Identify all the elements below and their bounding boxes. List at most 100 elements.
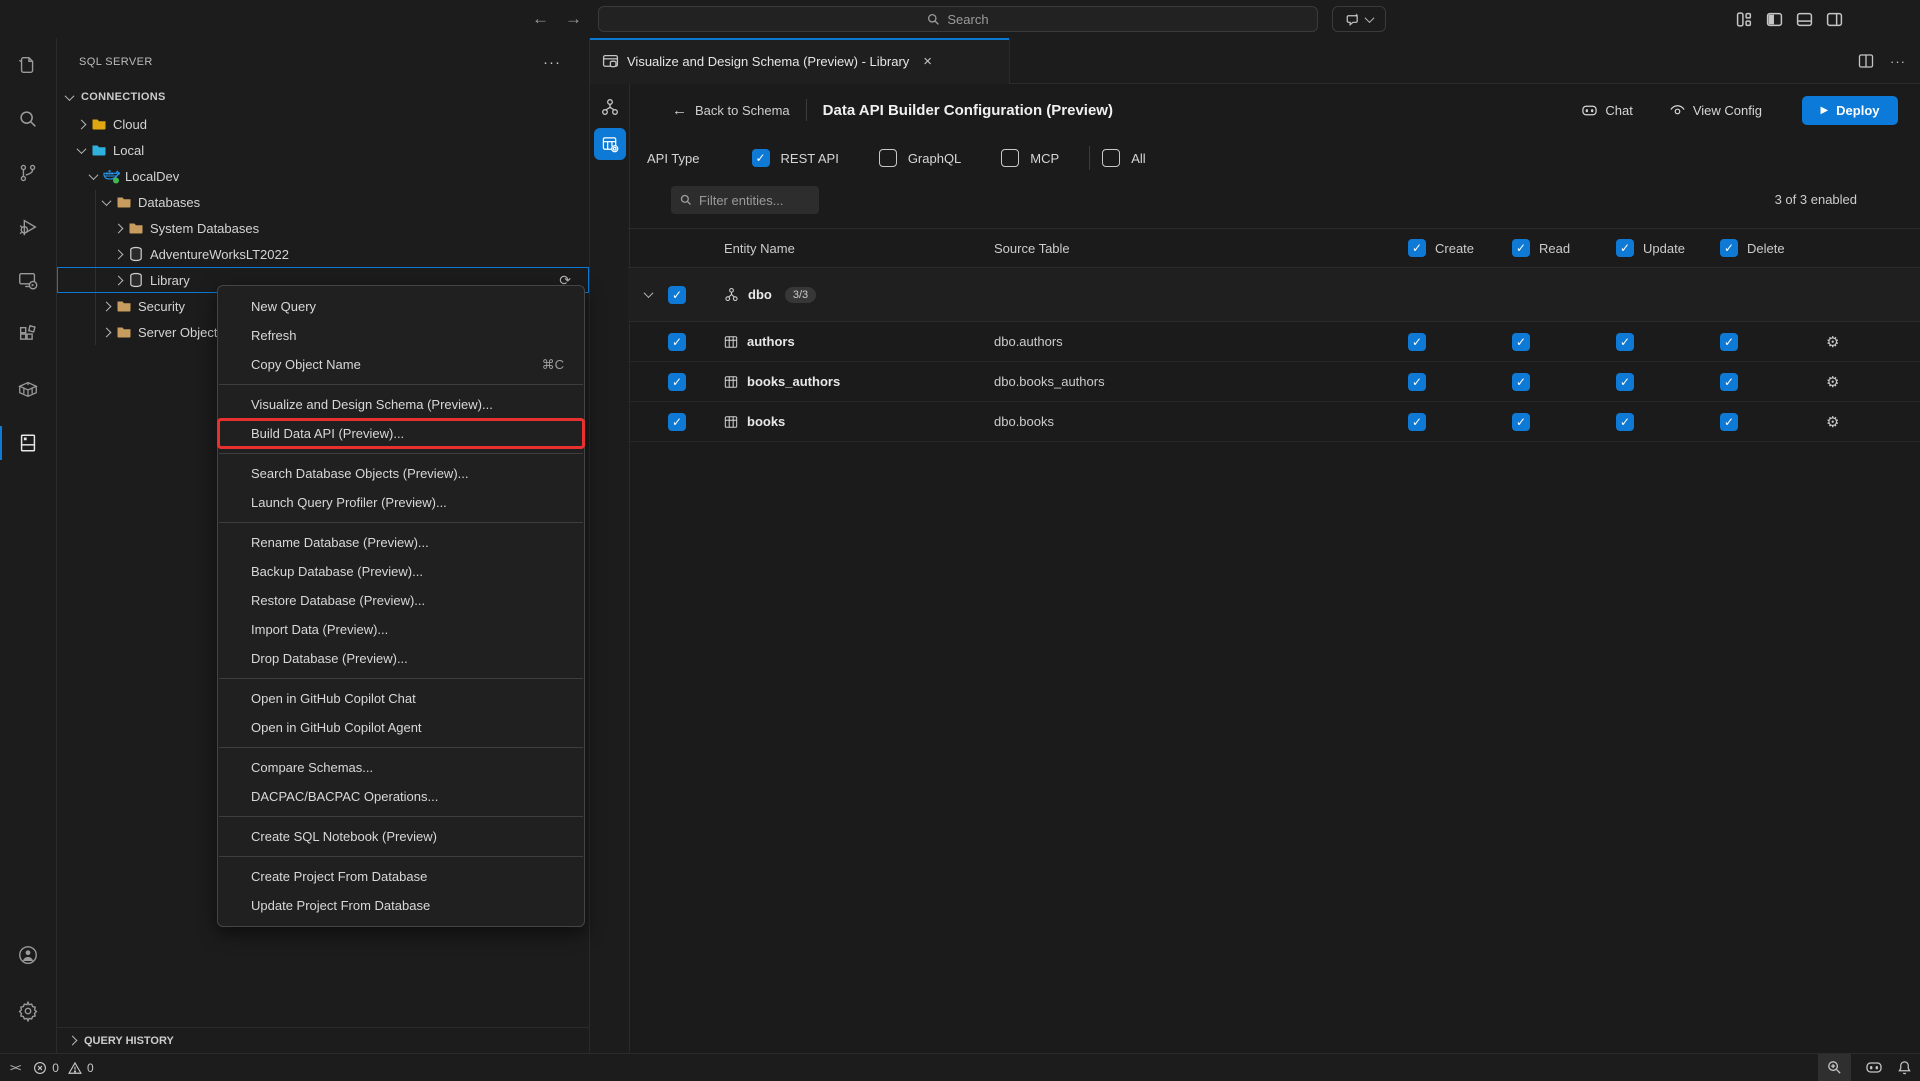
extensions-icon[interactable] bbox=[0, 308, 56, 362]
tree-item-cloud[interactable]: Cloud bbox=[57, 111, 589, 137]
schema-diagram-icon[interactable] bbox=[601, 98, 619, 116]
split-editor-icon[interactable] bbox=[1858, 53, 1874, 69]
run-debug-icon[interactable] bbox=[0, 200, 56, 254]
menu-item-open-copilot-chat[interactable]: Open in GitHub Copilot Chat bbox=[218, 684, 584, 713]
row-checkbox[interactable]: ✓ bbox=[668, 373, 686, 391]
problems-indicator[interactable]: 0 0 bbox=[33, 1061, 93, 1075]
tree-item-databases[interactable]: Databases bbox=[57, 189, 589, 215]
checkbox-unchecked-icon[interactable] bbox=[1001, 149, 1019, 167]
nav-back-icon[interactable]: ← bbox=[532, 9, 549, 29]
filter-entities-field[interactable] bbox=[699, 193, 809, 208]
menu-item-rename-database[interactable]: Rename Database (Preview)... bbox=[218, 528, 584, 557]
back-to-schema-button[interactable]: ← Back to Schema bbox=[672, 102, 790, 119]
create-checkbox[interactable]: ✓ bbox=[1408, 413, 1426, 431]
create-checkbox[interactable]: ✓ bbox=[1408, 333, 1426, 351]
delete-checkbox[interactable]: ✓ bbox=[1720, 333, 1738, 351]
settings-gear-icon[interactable] bbox=[0, 983, 56, 1039]
read-checkbox[interactable]: ✓ bbox=[1512, 373, 1530, 391]
deploy-button[interactable]: ▶ Deploy bbox=[1802, 96, 1898, 125]
menu-item-build-data-api[interactable]: Build Data API (Preview)... bbox=[218, 419, 584, 448]
checkbox-checked-icon[interactable]: ✓ bbox=[752, 149, 770, 167]
customize-layout-icon[interactable] bbox=[1736, 11, 1753, 28]
search-sidebar-icon[interactable] bbox=[0, 92, 56, 146]
sidebar-more-actions-icon[interactable]: ··· bbox=[543, 54, 561, 71]
query-history-section-header[interactable]: QUERY HISTORY bbox=[57, 1027, 589, 1053]
create-all-checkbox[interactable]: ✓ bbox=[1408, 239, 1426, 257]
menu-item-new-query[interactable]: New Query bbox=[218, 292, 584, 321]
delete-checkbox[interactable]: ✓ bbox=[1720, 373, 1738, 391]
menu-item-backup-database[interactable]: Backup Database (Preview)... bbox=[218, 557, 584, 586]
menu-item-search-database-objects[interactable]: Search Database Objects (Preview)... bbox=[218, 459, 584, 488]
delete-all-checkbox[interactable]: ✓ bbox=[1720, 239, 1738, 257]
remote-explorer-icon[interactable] bbox=[0, 254, 56, 308]
account-icon[interactable] bbox=[0, 927, 56, 983]
copilot-status-icon[interactable] bbox=[1865, 1060, 1883, 1075]
table-row-books-authors[interactable]: ✓ books_authors dbo.books_authors ✓ ✓ ✓ … bbox=[628, 362, 1920, 402]
create-checkbox[interactable]: ✓ bbox=[1408, 373, 1426, 391]
api-type-graphql[interactable]: GraphQL bbox=[879, 149, 961, 167]
container-icon[interactable] bbox=[0, 362, 56, 416]
view-config-button[interactable]: View Config bbox=[1669, 103, 1762, 118]
close-icon[interactable]: × bbox=[923, 53, 932, 70]
notifications-bell-icon[interactable] bbox=[1897, 1060, 1912, 1075]
tab-visualize-design-schema[interactable]: Visualize and Design Schema (Preview) - … bbox=[590, 38, 1010, 84]
schema-group-row[interactable]: ✓ dbo 3/3 bbox=[628, 268, 1920, 322]
chat-button[interactable]: Chat bbox=[1581, 103, 1632, 118]
tree-item-adventureworks[interactable]: AdventureWorksLT2022 bbox=[57, 241, 589, 267]
source-control-icon[interactable] bbox=[0, 146, 56, 200]
row-checkbox[interactable]: ✓ bbox=[668, 413, 686, 431]
nav-forward-icon[interactable]: → bbox=[565, 9, 582, 29]
read-checkbox[interactable]: ✓ bbox=[1512, 333, 1530, 351]
toggle-left-sidebar-icon[interactable] bbox=[1766, 11, 1783, 28]
sql-server-icon[interactable] bbox=[0, 416, 56, 470]
search-input[interactable]: Search bbox=[598, 6, 1318, 32]
copilot-menu-button[interactable] bbox=[1332, 6, 1386, 32]
toggle-panel-icon[interactable] bbox=[1796, 11, 1813, 28]
remote-indicator-icon[interactable]: >< bbox=[10, 1061, 19, 1074]
read-checkbox[interactable]: ✓ bbox=[1512, 413, 1530, 431]
toggle-right-sidebar-icon[interactable] bbox=[1826, 11, 1843, 28]
update-checkbox[interactable]: ✓ bbox=[1616, 413, 1634, 431]
menu-item-refresh[interactable]: Refresh bbox=[218, 321, 584, 350]
connections-section-header[interactable]: CONNECTIONS bbox=[57, 84, 589, 110]
api-type-mcp[interactable]: MCP bbox=[1001, 149, 1059, 167]
menu-item-create-sql-notebook[interactable]: Create SQL Notebook (Preview) bbox=[218, 822, 584, 851]
group-checkbox[interactable]: ✓ bbox=[668, 286, 686, 304]
menu-item-copy-object-name[interactable]: Copy Object Name⌘C bbox=[218, 350, 584, 379]
checkbox-unchecked-icon[interactable] bbox=[879, 149, 897, 167]
explorer-icon[interactable] bbox=[0, 38, 56, 92]
checkbox-unchecked-icon[interactable] bbox=[1102, 149, 1120, 167]
chevron-down-icon[interactable] bbox=[643, 288, 653, 298]
menu-item-drop-database[interactable]: Drop Database (Preview)... bbox=[218, 644, 584, 673]
menu-item-compare-schemas[interactable]: Compare Schemas... bbox=[218, 753, 584, 782]
row-settings-gear-icon[interactable]: ⚙ bbox=[1824, 333, 1920, 351]
row-checkbox[interactable]: ✓ bbox=[668, 333, 686, 351]
delete-checkbox[interactable]: ✓ bbox=[1720, 413, 1738, 431]
data-api-builder-icon[interactable] bbox=[594, 128, 626, 160]
menu-item-visualize-design-schema[interactable]: Visualize and Design Schema (Preview)... bbox=[218, 390, 584, 419]
filter-entities-input[interactable] bbox=[671, 186, 819, 214]
data-api-builder-panel: ← Back to Schema Data API Builder Config… bbox=[630, 84, 1920, 1053]
menu-item-launch-query-profiler[interactable]: Launch Query Profiler (Preview)... bbox=[218, 488, 584, 517]
menu-item-update-project[interactable]: Update Project From Database bbox=[218, 891, 584, 920]
more-actions-icon[interactable]: ··· bbox=[1890, 54, 1906, 69]
row-settings-gear-icon[interactable]: ⚙ bbox=[1824, 413, 1920, 431]
update-all-checkbox[interactable]: ✓ bbox=[1616, 239, 1634, 257]
api-type-all[interactable]: All bbox=[1102, 149, 1145, 167]
menu-item-restore-database[interactable]: Restore Database (Preview)... bbox=[218, 586, 584, 615]
tree-item-system-databases[interactable]: System Databases bbox=[57, 215, 589, 241]
update-checkbox[interactable]: ✓ bbox=[1616, 373, 1634, 391]
read-all-checkbox[interactable]: ✓ bbox=[1512, 239, 1530, 257]
menu-item-create-project[interactable]: Create Project From Database bbox=[218, 862, 584, 891]
api-type-rest[interactable]: ✓ REST API bbox=[752, 149, 839, 167]
zoom-control[interactable] bbox=[1818, 1054, 1851, 1081]
tree-item-localdev[interactable]: LocalDev bbox=[57, 163, 589, 189]
menu-item-dacpac-bacpac[interactable]: DACPAC/BACPAC Operations... bbox=[218, 782, 584, 811]
menu-item-import-data[interactable]: Import Data (Preview)... bbox=[218, 615, 584, 644]
table-row-authors[interactable]: ✓ authors dbo.authors ✓ ✓ ✓ ✓ ⚙ bbox=[628, 322, 1920, 362]
table-row-books[interactable]: ✓ books dbo.books ✓ ✓ ✓ ✓ ⚙ bbox=[628, 402, 1920, 442]
row-settings-gear-icon[interactable]: ⚙ bbox=[1824, 373, 1920, 391]
update-checkbox[interactable]: ✓ bbox=[1616, 333, 1634, 351]
menu-item-open-copilot-agent[interactable]: Open in GitHub Copilot Agent bbox=[218, 713, 584, 742]
tree-item-local[interactable]: Local bbox=[57, 137, 589, 163]
